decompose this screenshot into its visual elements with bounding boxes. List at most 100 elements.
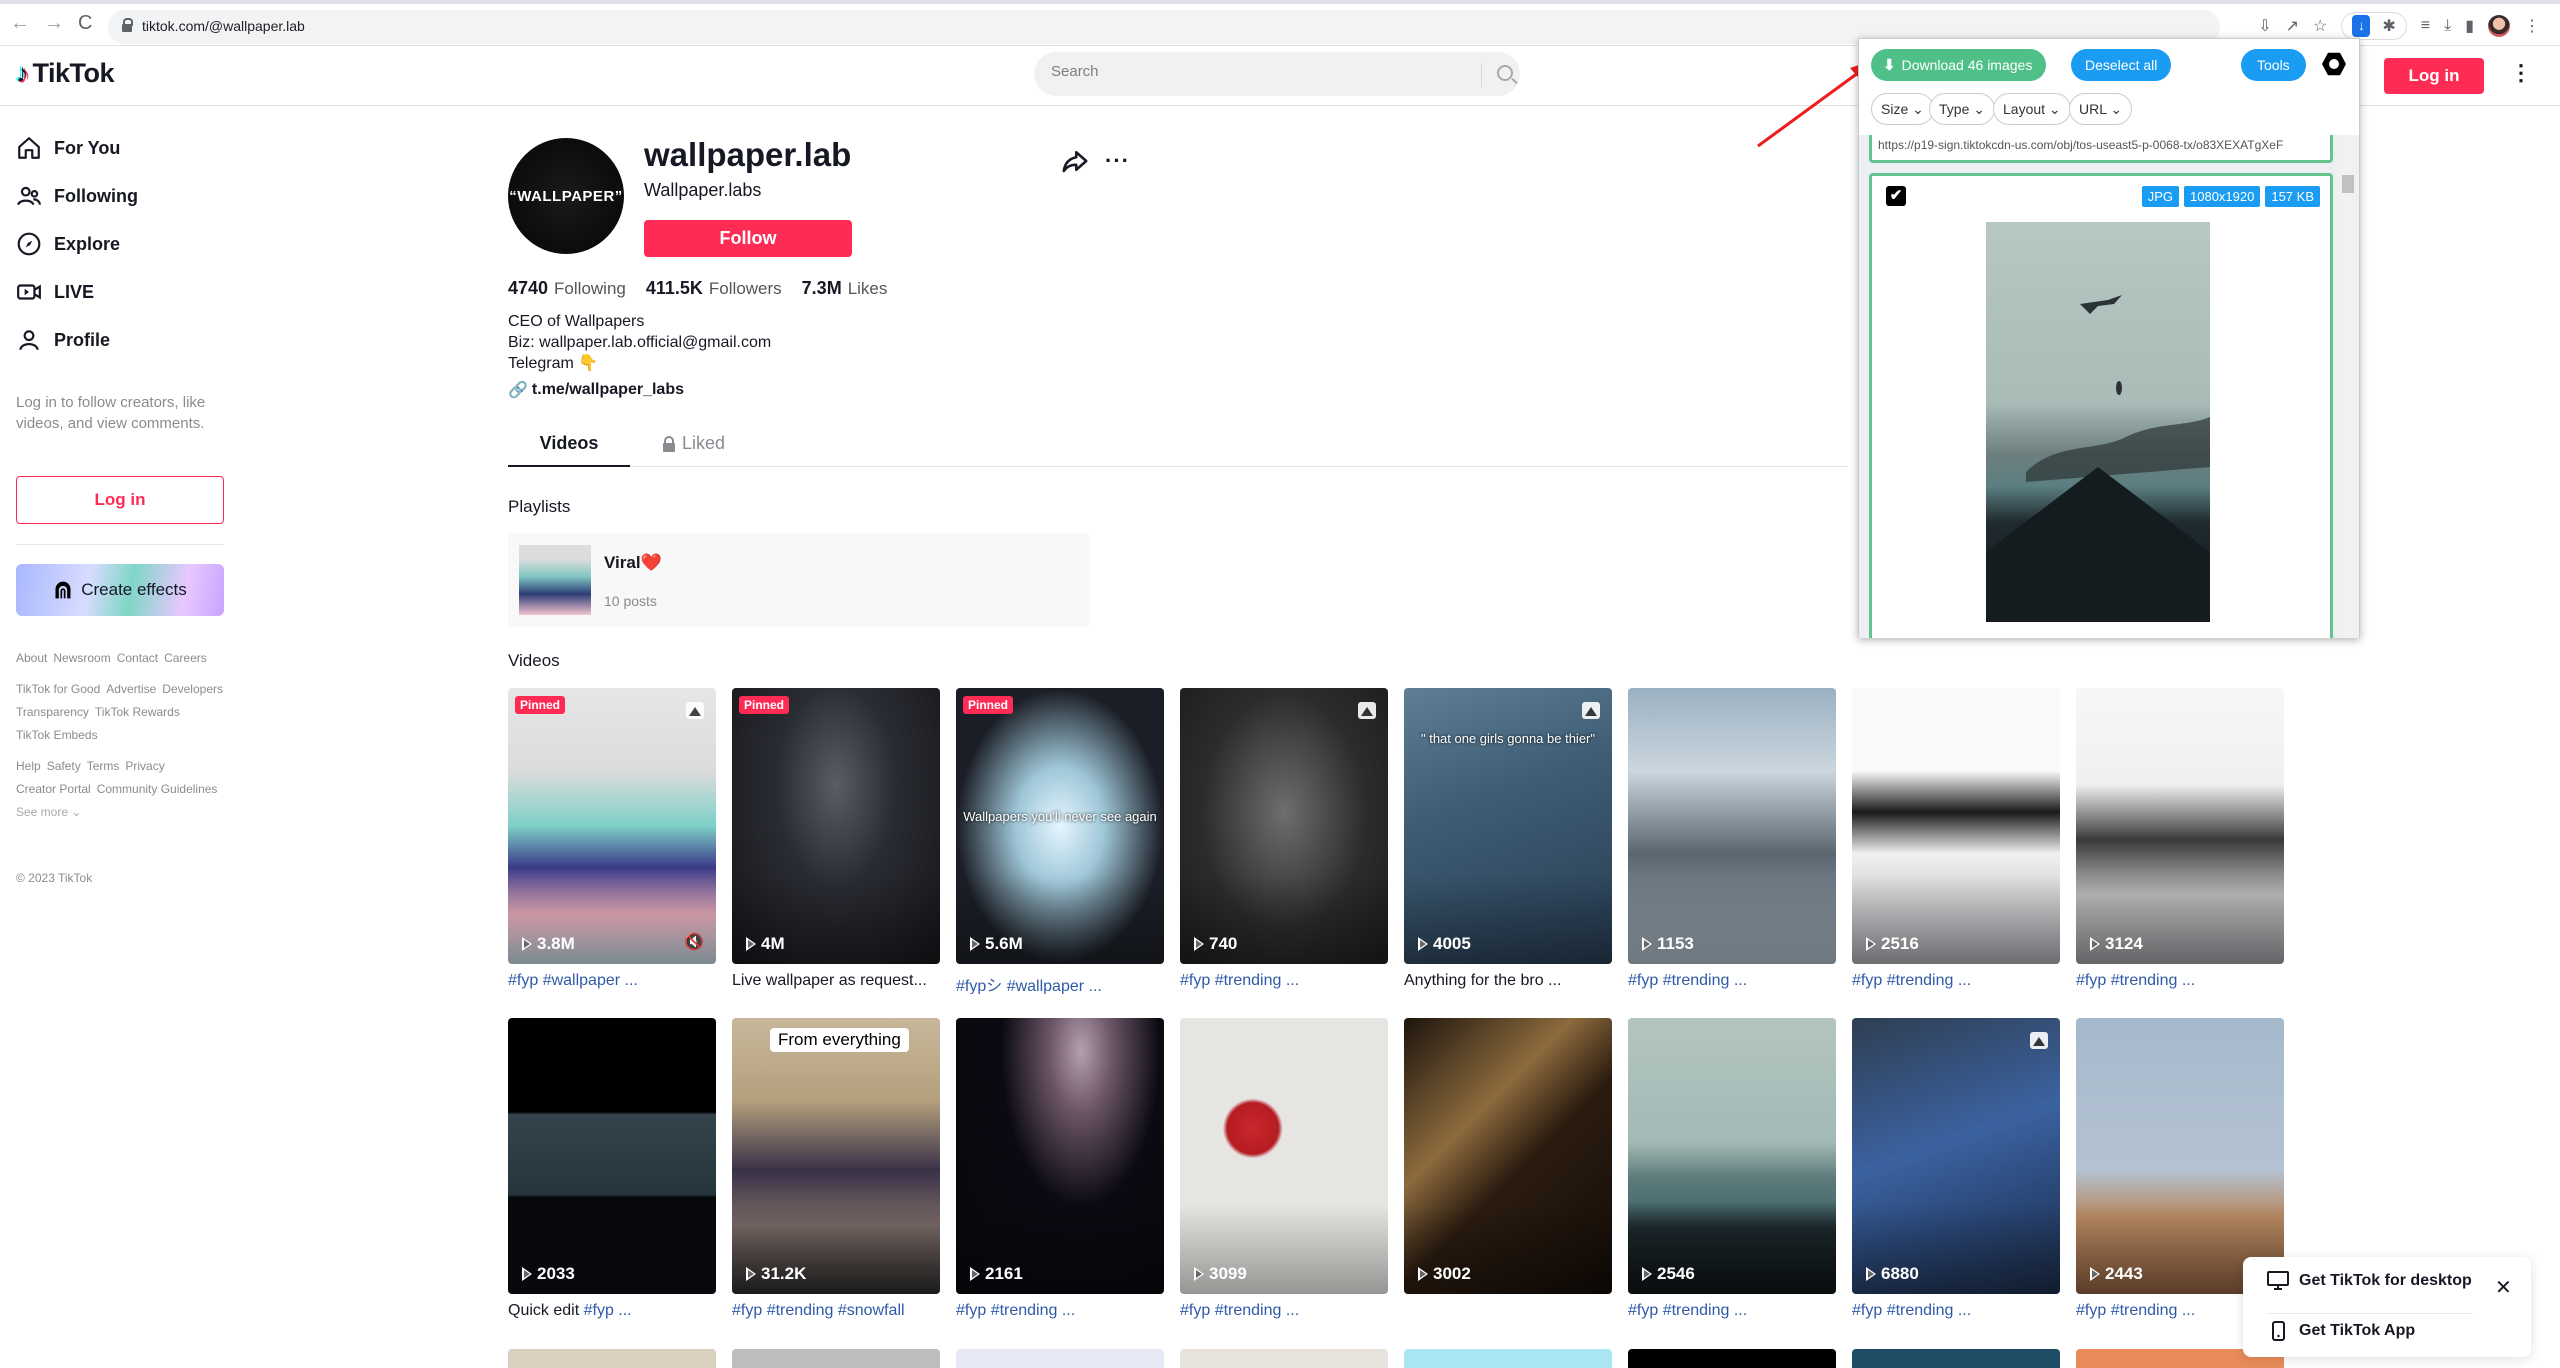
sidebar-login-button[interactable]: Log in (16, 476, 224, 524)
video-card[interactable]: 2546 #fyp #trending ... (1628, 1018, 1836, 1324)
more-options-icon[interactable]: ⋮ (2510, 60, 2532, 86)
video-caption[interactable]: Quick edit #fyp ... (508, 1302, 716, 1324)
download-images-button[interactable]: ⬇ Download 46 images (1871, 49, 2047, 81)
video-card[interactable]: 3124 #fyp #trending ... (2076, 688, 2284, 994)
video-card[interactable]: 1153 #fyp #trending ... (1628, 688, 1836, 994)
video-thumbnail[interactable]: " that one girls gonna be thier" 4005 (1404, 688, 1612, 964)
video-caption[interactable]: #fyp #trending ... (1180, 972, 1388, 994)
filter-size[interactable]: Size ⌄ (1871, 93, 1934, 125)
filter-layout[interactable]: Layout ⌄ (1993, 93, 2071, 125)
video-thumbnail[interactable]: 2516 (1852, 688, 2060, 964)
video-card[interactable]: From everything 31.2K #fyp #trending #snow… (732, 1018, 940, 1324)
footer-link-tiktok-rewards[interactable]: TikTok Rewards (95, 701, 180, 724)
filter-type[interactable]: Type ⌄ (1929, 93, 1995, 125)
sidebar-item-for-you[interactable]: For You (16, 135, 120, 161)
footer-link-tiktok-embeds[interactable]: TikTok Embeds (16, 724, 98, 747)
video-caption[interactable]: #fyp #trending ... (1628, 1302, 1836, 1324)
video-thumbnail-partial[interactable] (1628, 1349, 1836, 1368)
video-caption[interactable]: #fypシ #wallpaper ... (956, 972, 1164, 994)
sidebar-item-profile[interactable]: Profile (16, 327, 110, 353)
video-thumbnail[interactable]: 2033 (508, 1018, 716, 1294)
video-thumbnail[interactable]: 2546 (1628, 1018, 1836, 1294)
tab-videos[interactable]: Videos (508, 433, 630, 467)
video-card[interactable]: Pinned Wallpapers you'll never see again 5… (956, 688, 1164, 994)
footer-link-tiktok-for-good[interactable]: TikTok for Good (16, 678, 100, 701)
video-card[interactable]: Pinned 3.8M 🔇 #fyp #wallpaper ... (508, 688, 716, 994)
create-effects-button[interactable]: Create effects (16, 564, 224, 616)
footer-link-safety[interactable]: Safety (47, 755, 81, 778)
more-options-icon[interactable]: ··· (1105, 148, 1130, 174)
video-thumbnail[interactable]: 2443 (2076, 1018, 2284, 1294)
install-app-icon[interactable]: ⇩ (2258, 16, 2271, 36)
video-card[interactable]: 2161 #fyp #trending ... (956, 1018, 1164, 1324)
profile-link[interactable]: 🔗 t.me/wallpaper_labs (508, 380, 684, 400)
scrollbar-thumb[interactable] (2342, 175, 2354, 193)
caption-hashtags[interactable]: #fyp ... (584, 1302, 632, 1319)
video-thumbnail[interactable]: 6880 (1852, 1018, 2060, 1294)
video-card[interactable]: 2516 #fyp #trending ... (1852, 688, 2060, 994)
footer-link-community-guidelines[interactable]: Community Guidelines (97, 778, 218, 801)
video-caption[interactable]: Live wallpaper as request... (732, 972, 940, 994)
bookmark-star-icon[interactable]: ☆ (2313, 16, 2327, 36)
reload-icon[interactable]: C (78, 12, 92, 35)
share-icon[interactable] (1060, 146, 1090, 176)
profile-avatar[interactable] (2488, 15, 2510, 37)
video-card[interactable]: Pinned 4M Live wallpaper as request... (732, 688, 940, 994)
get-app-link[interactable]: Get TikTok App (2267, 1321, 2415, 1341)
video-thumbnail-partial[interactable] (1852, 1349, 2060, 1368)
video-card[interactable]: 740 #fyp #trending ... (1180, 688, 1388, 994)
menu-kebab-icon[interactable]: ⋮ (2524, 16, 2540, 36)
side-panel-icon[interactable]: ▮ (2465, 16, 2474, 36)
video-caption[interactable] (1404, 1302, 1612, 1324)
footer-link-careers[interactable]: Careers (164, 647, 207, 670)
footer-link-about[interactable]: About (16, 647, 47, 670)
search-icon[interactable] (1497, 65, 1513, 81)
footer-link-privacy[interactable]: Privacy (125, 755, 164, 778)
video-thumbnail-partial[interactable] (1404, 1349, 1612, 1368)
get-desktop-link[interactable]: Get TikTok for desktop (2267, 1271, 2472, 1291)
video-caption[interactable]: #fyp #trending ... (1852, 1302, 2060, 1324)
image-checkbox[interactable]: ✔ (1886, 186, 1906, 206)
video-card[interactable]: 6880 #fyp #trending ... (1852, 1018, 2060, 1324)
video-caption[interactable]: #fyp #trending ... (1852, 972, 2060, 994)
popup-scrollbar[interactable] (2337, 135, 2359, 638)
tab-liked[interactable]: Liked (662, 433, 725, 454)
sidebar-item-following[interactable]: Following (16, 183, 138, 209)
video-caption[interactable]: #fyp #trending ... (2076, 972, 2284, 994)
filter-url[interactable]: URL ⌄ (2069, 93, 2133, 125)
video-thumbnail[interactable]: 3099 (1180, 1018, 1388, 1294)
video-thumbnail-partial[interactable] (508, 1349, 716, 1368)
video-caption[interactable]: #fyp #trending ... (1628, 972, 1836, 994)
settings-hex-icon[interactable] (2322, 52, 2346, 76)
downloads-icon[interactable]: ⤓ (2444, 17, 2451, 35)
video-caption[interactable]: #fyp #trending ... (956, 1302, 1164, 1324)
video-thumbnail[interactable]: Pinned 4M (732, 688, 940, 964)
footer-link-newsroom[interactable]: Newsroom (53, 647, 110, 670)
footer-link-terms[interactable]: Terms (87, 755, 120, 778)
url-text[interactable]: tiktok.com/@wallpaper.lab (142, 18, 305, 34)
tools-button[interactable]: Tools (2241, 49, 2306, 81)
video-card[interactable]: 2033 Quick edit #fyp ... (508, 1018, 716, 1324)
search-input[interactable] (1051, 63, 1451, 80)
deselect-all-button[interactable]: Deselect all (2071, 49, 2172, 81)
video-thumbnail[interactable]: Pinned Wallpapers you'll never see again 5… (956, 688, 1164, 964)
image-downloader-extension-icon[interactable]: ↓ (2352, 15, 2371, 37)
header-login-button[interactable]: Log in (2384, 58, 2484, 94)
video-thumbnail[interactable]: 3002 (1404, 1018, 1612, 1294)
footer-link-developers[interactable]: Developers (162, 678, 223, 701)
video-thumbnail[interactable]: 3124 (2076, 688, 2284, 964)
video-thumbnail-partial[interactable] (732, 1349, 940, 1368)
footer-link-help[interactable]: Help (16, 755, 41, 778)
footer-link-creator-portal[interactable]: Creator Portal (16, 778, 91, 801)
back-arrow-icon[interactable]: ← (10, 12, 30, 35)
video-caption[interactable]: #fyp #trending #snowfall (732, 1302, 940, 1324)
see-more-link[interactable]: See more ⌄ (16, 801, 231, 824)
sidebar-item-live[interactable]: LIVE (16, 279, 94, 305)
video-caption[interactable]: #fyp #trending ... (1180, 1302, 1388, 1324)
tiktok-logo[interactable]: ♪ TikTok (16, 58, 115, 89)
extensions-puzzle-icon[interactable]: ✱ (2382, 16, 2395, 36)
share-icon[interactable]: ↗ (2286, 16, 2299, 36)
image-card[interactable]: ✔ JPG 1080x1920 157 KB (1869, 173, 2333, 638)
video-thumbnail[interactable]: 1153 (1628, 688, 1836, 964)
video-card[interactable]: " that one girls gonna be thier" 4005 Anyt… (1404, 688, 1612, 994)
